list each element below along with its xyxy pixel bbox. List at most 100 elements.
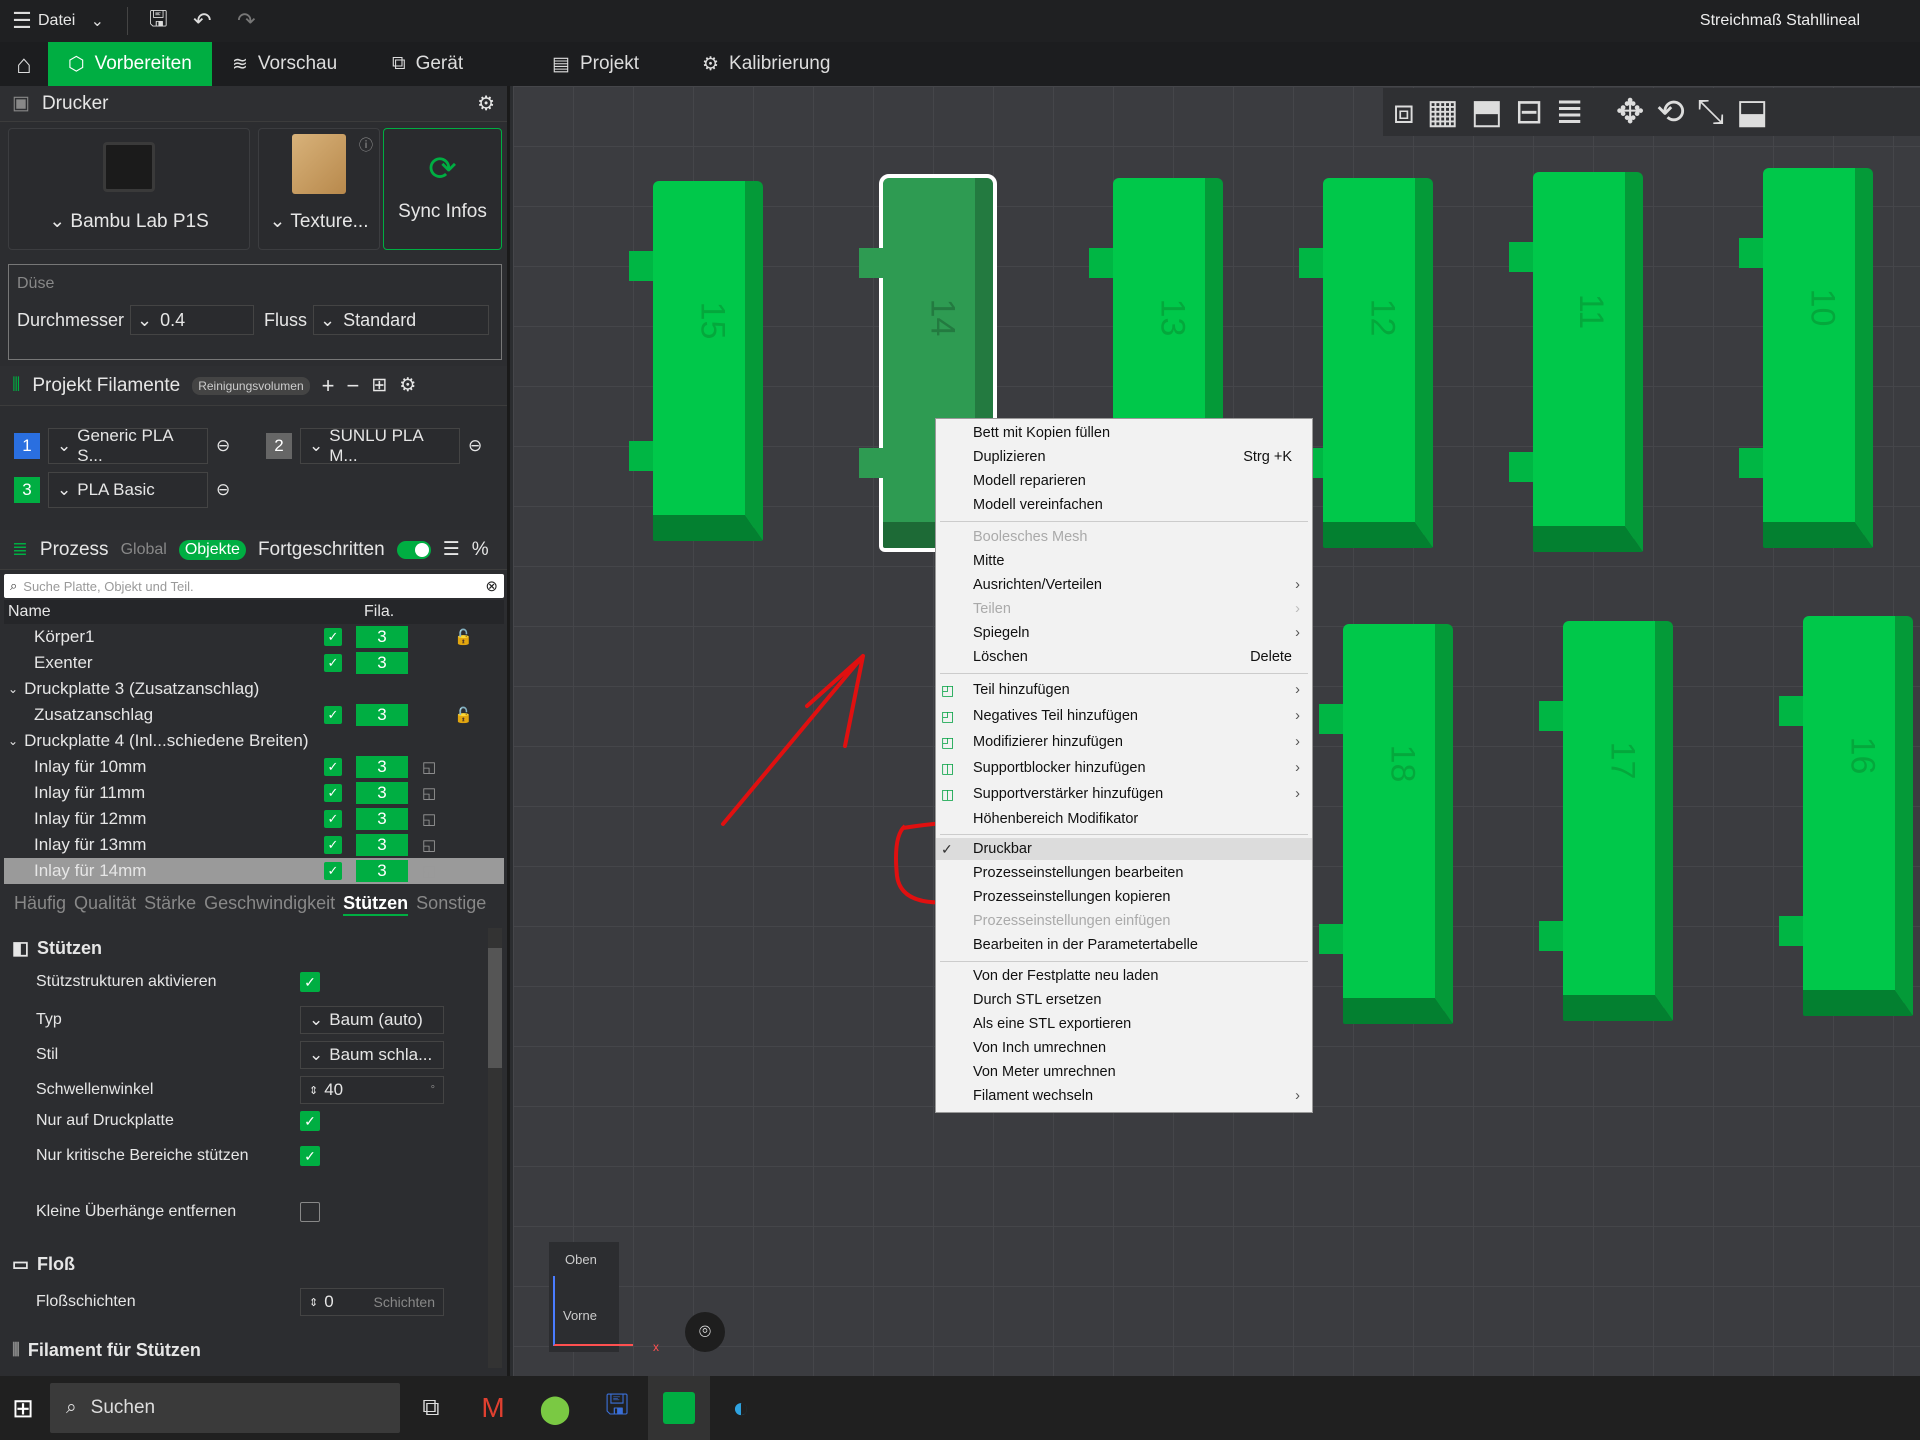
layers-list-icon[interactable]: ≣	[1555, 92, 1584, 132]
menu-item-copy-process[interactable]: Prozesseinstellungen kopieren	[936, 886, 1312, 908]
plate-icon[interactable]: ⊟	[1515, 92, 1544, 132]
diameter-select[interactable]: ⌄ 0.4	[130, 305, 255, 335]
tab-prepare[interactable]: ⬡ Vorbereiten	[48, 42, 212, 86]
list-item[interactable]: Inlay für 13mm ✓ 3 ◱	[4, 832, 504, 858]
menu-item-duplicate[interactable]: Duplizieren Strg +K	[936, 446, 1312, 468]
list-icon[interactable]: ☰	[443, 538, 460, 561]
critical-only-checkbox[interactable]: ✓	[300, 1146, 320, 1166]
checkbox[interactable]: ✓	[324, 810, 342, 828]
undo-icon[interactable]: ↶	[180, 8, 224, 34]
bambu-studio-icon[interactable]	[648, 1376, 710, 1440]
raft-layers-input[interactable]: ⇕ 0 Schichten	[300, 1288, 444, 1316]
checkbox[interactable]: ✓	[324, 654, 342, 672]
menu-item-mirror[interactable]: Spiegeln ›	[936, 622, 1312, 644]
model-16[interactable]: 16	[1779, 616, 1913, 1016]
threshold-input[interactable]: ⇕ 40 °	[300, 1076, 444, 1104]
rotate-icon[interactable]: ⟲	[1656, 92, 1685, 132]
menu-item-add-modifier[interactable]: ◰ Modifizierer hinzufügen ›	[936, 731, 1312, 753]
settings-icon[interactable]: ◱	[422, 862, 436, 880]
menu-item-fill-bed[interactable]: Bett mit Kopien füllen	[936, 422, 1312, 444]
settings-icon[interactable]: ◱	[422, 836, 436, 854]
settings-icon[interactable]: ◱	[422, 810, 436, 828]
filament-dropdown[interactable]: ⌄ SUNLU PLA M...	[300, 426, 460, 465]
list-item[interactable]: Inlay für 10mm ✓ 3 ◱	[4, 754, 504, 780]
tab-others[interactable]: Sonstige	[416, 893, 486, 916]
model-12[interactable]: 12	[1299, 178, 1433, 548]
filament-badge[interactable]: 3	[356, 834, 408, 856]
filament-slot-2[interactable]: 2 ⌄ SUNLU PLA M... ⊖	[266, 426, 482, 465]
menu-item-replace-stl[interactable]: Durch STL ersetzen	[936, 989, 1312, 1011]
model-17[interactable]: 17	[1539, 621, 1673, 1021]
filament-dropdown[interactable]: ⌄ PLA Basic	[48, 472, 208, 508]
add-cube-icon[interactable]: ⧈	[1393, 93, 1415, 132]
menu-item-reload[interactable]: Von der Festplatte neu laden	[936, 965, 1312, 987]
info-icon[interactable]: ⓘ	[359, 135, 373, 155]
auto-arrange-icon[interactable]: ⬒	[1471, 92, 1503, 132]
plate-selector[interactable]: ⌄ Texture... ⓘ	[258, 128, 380, 250]
scrollbar[interactable]	[488, 928, 502, 1368]
list-item[interactable]: Zusatzanschlag ✓ 3 🔓	[4, 702, 504, 728]
model-10[interactable]: 10	[1739, 168, 1873, 548]
collapse-icon[interactable]: ⌄	[8, 734, 18, 748]
menu-item-center[interactable]: Mitte	[936, 550, 1312, 572]
checkbox[interactable]: ✓	[324, 706, 342, 724]
support-style-select[interactable]: ⌄ Baum schla...	[300, 1041, 444, 1069]
menu-item-convert-inch[interactable]: Von Inch umrechnen	[936, 1037, 1312, 1059]
redo-icon[interactable]: ↷	[224, 8, 268, 34]
enable-support-checkbox[interactable]: ✓	[300, 972, 320, 992]
menu-item-support-blocker[interactable]: ◫ Supportblocker hinzufügen ›	[936, 757, 1312, 779]
tab-calibration[interactable]: ⚙ Kalibrierung	[682, 42, 850, 86]
flow-select[interactable]: ⌄ Standard	[313, 305, 490, 335]
file-menu[interactable]: Datei	[38, 12, 75, 30]
settings-icon[interactable]: ◱	[422, 758, 436, 776]
support-type-select[interactable]: ⌄ Baum (auto)	[300, 1006, 444, 1034]
gear-icon[interactable]: ⚙	[399, 374, 416, 397]
clear-icon[interactable]: ⊗	[485, 577, 498, 595]
add-icon[interactable]: +	[322, 373, 335, 399]
save-icon[interactable]: 🖫	[136, 2, 180, 40]
tab-common[interactable]: Häufig	[14, 893, 66, 916]
tab-strength[interactable]: Stärke	[144, 893, 196, 916]
checkbox[interactable]: ✓	[324, 628, 342, 646]
list-item[interactable]: ⌄ Druckplatte 4 (Inl...schiedene Breiten)	[4, 728, 504, 754]
menu-item-edit-process[interactable]: Prozesseinstellungen bearbeiten	[936, 862, 1312, 884]
list-item[interactable]: Exenter ✓ 3	[4, 650, 504, 676]
menu-item-add-negative[interactable]: ◰ Negatives Teil hinzufügen ›	[936, 705, 1312, 727]
checkbox[interactable]: ✓	[324, 862, 342, 880]
filament-dropdown[interactable]: ⌄ Generic PLA S...	[48, 426, 208, 465]
filament-slot-1[interactable]: 1 ⌄ Generic PLA S... ⊖	[14, 426, 230, 465]
menu-item-param-table[interactable]: Bearbeiten in der Parametertabelle	[936, 934, 1312, 956]
filament-badge[interactable]: 3	[356, 704, 408, 726]
save-app-icon[interactable]: 🖫	[586, 1376, 648, 1440]
checkbox[interactable]: ✓	[324, 758, 342, 776]
edit-icon[interactable]: ⊖	[468, 436, 482, 456]
edge-browser-icon[interactable]: ◐	[710, 1376, 772, 1440]
edit-icon[interactable]: ⊖	[216, 480, 230, 500]
filament-slot-3[interactable]: 3 ⌄ PLA Basic ⊖	[14, 472, 230, 508]
scale-icon[interactable]: ⤡	[1697, 93, 1724, 132]
menu-item-printable[interactable]: ✓ Druckbar	[936, 838, 1312, 860]
menu-item-support-enforcer[interactable]: ◫ Supportverstärker hinzufügen ›	[936, 783, 1312, 805]
checkbox[interactable]: ✓	[324, 784, 342, 802]
sync-info-button[interactable]: ⟳ Sync Infos	[383, 128, 502, 250]
filament-badge[interactable]: 3	[356, 652, 408, 674]
chevron-down-icon[interactable]: ⌄	[75, 11, 119, 31]
filament-badge[interactable]: 3	[356, 756, 408, 778]
filament-badge[interactable]: 3	[356, 782, 408, 804]
model-15[interactable]: 15	[629, 181, 763, 541]
gear-icon[interactable]: ⚙	[477, 91, 495, 116]
list-item[interactable]: ⌄ Druckplatte 3 (Zusatzanschlag)	[4, 676, 504, 702]
app-icon[interactable]: ⬤	[524, 1376, 586, 1440]
tab-support[interactable]: Stützen	[343, 893, 409, 916]
taskbar-search[interactable]: ⌕ Suchen	[50, 1383, 400, 1433]
menu-item-export-stl[interactable]: Als eine STL exportieren	[936, 1013, 1312, 1035]
menu-item-convert-meter[interactable]: Von Meter umrechnen	[936, 1061, 1312, 1083]
advanced-switch[interactable]	[396, 540, 431, 559]
model-11[interactable]: 11	[1509, 172, 1643, 552]
menu-item-simplify[interactable]: Modell vereinfachen	[936, 494, 1312, 516]
windows-start-icon[interactable]: ⊞	[0, 1376, 46, 1440]
tab-preview[interactable]: ≋ Vorschau	[212, 42, 372, 86]
printer-selector[interactable]: ⌄ Bambu Lab P1S	[8, 128, 250, 250]
collapse-icon[interactable]: ⌄	[8, 682, 18, 696]
buildplate-only-checkbox[interactable]: ✓	[300, 1111, 320, 1131]
